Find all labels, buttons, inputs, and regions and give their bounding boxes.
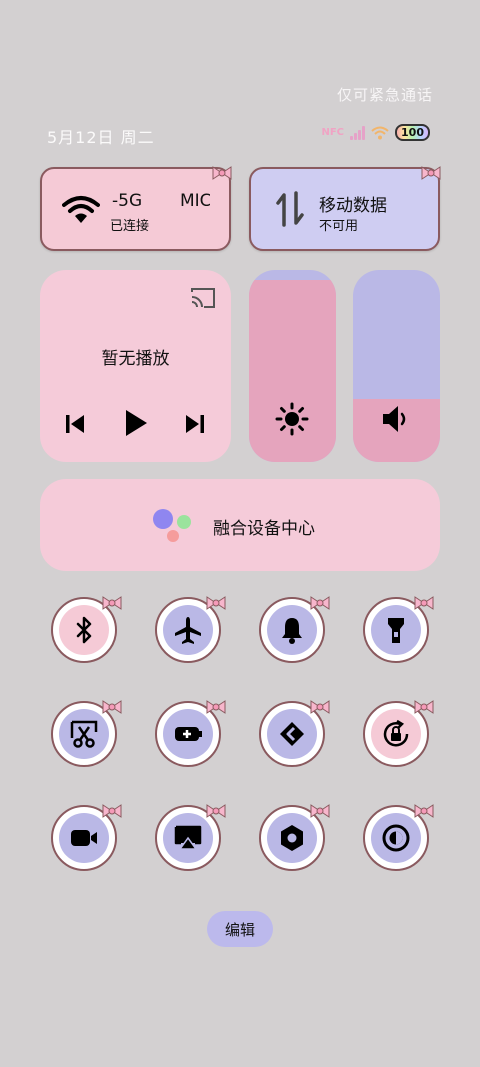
bow-icon — [212, 166, 232, 180]
play-icon[interactable] — [123, 408, 149, 438]
bow-icon — [102, 596, 122, 610]
bow-icon — [206, 596, 226, 610]
toggle-background — [371, 813, 421, 863]
next-track-icon[interactable] — [185, 413, 205, 435]
wifi-network-name-2: MIC — [180, 191, 210, 211]
toggle-background — [371, 605, 421, 655]
toggle-background — [163, 813, 213, 863]
wifi-status: 已连接 — [110, 219, 150, 234]
toggle-auto-rotate[interactable] — [363, 700, 434, 767]
brightness-slider[interactable] — [249, 270, 336, 462]
data-arrows-icon — [276, 191, 304, 227]
signal-icon — [350, 125, 366, 140]
previous-track-icon[interactable] — [65, 413, 85, 435]
edit-button[interactable]: 编辑 — [207, 911, 273, 947]
rotation-lock-icon — [383, 719, 409, 747]
toggle-background — [163, 605, 213, 655]
wifi-status-icon — [371, 126, 389, 139]
bow-icon — [206, 804, 226, 818]
nfc-icon: NFC — [321, 127, 345, 138]
screenshot-scissors-icon — [70, 720, 98, 748]
emergency-call-only-text: 仅可紧急通话 — [336, 86, 433, 104]
toggle-background — [371, 709, 421, 759]
flashlight-icon — [388, 618, 404, 643]
mobile-data-status: 不可用 — [319, 219, 359, 234]
toggle-background — [59, 605, 109, 655]
wifi-card[interactable]: -5G MIC 已连接 — [40, 166, 232, 251]
brightness-sun-icon — [275, 402, 309, 436]
hexagon-icon — [281, 825, 303, 851]
toggle-airplane[interactable] — [155, 596, 226, 663]
wifi-icon — [62, 196, 100, 223]
mobile-data-card[interactable]: 移动数据 不可用 — [249, 166, 441, 251]
toggle-background — [59, 813, 109, 863]
status-icons: NFC 100 — [321, 124, 430, 141]
toggle-background — [267, 709, 317, 759]
date-text: 5月12日 周二 — [47, 128, 155, 147]
toggle-screen-record[interactable] — [51, 804, 122, 871]
bow-icon — [414, 700, 434, 714]
video-camera-icon — [71, 830, 97, 846]
volume-slider[interactable] — [353, 270, 440, 462]
battery-plus-icon — [175, 727, 202, 741]
bow-icon — [102, 700, 122, 714]
share-arrows-icon — [280, 722, 304, 746]
toggle-bluetooth[interactable] — [51, 596, 122, 663]
toggle-background — [163, 709, 213, 759]
toggle-background — [267, 813, 317, 863]
bell-icon — [282, 618, 302, 644]
cast-icon[interactable] — [190, 287, 216, 309]
battery-icon: 100 — [395, 124, 430, 141]
bow-icon — [414, 596, 434, 610]
bow-icon — [206, 700, 226, 714]
media-player-card[interactable]: 暂无播放 — [40, 270, 231, 462]
toggle-settings-hex[interactable] — [259, 804, 330, 871]
bluetooth-icon — [76, 616, 92, 644]
toggle-dark-mode[interactable] — [363, 804, 434, 871]
toggle-nearby-share[interactable] — [259, 700, 330, 767]
contrast-icon — [382, 824, 410, 852]
no-playback-text: 暂无播放 — [101, 349, 170, 369]
toggle-ring[interactable] — [259, 596, 330, 663]
bow-icon — [310, 596, 330, 610]
toggle-background — [267, 605, 317, 655]
speaker-icon — [383, 406, 406, 432]
bow-icon — [310, 804, 330, 818]
toggle-background — [59, 709, 109, 759]
bow-icon — [414, 804, 434, 818]
device-center-logo-icon — [153, 509, 191, 542]
mobile-data-title: 移动数据 — [319, 196, 387, 216]
airplane-icon — [175, 617, 201, 644]
device-center-card[interactable]: 融合设备中心 — [40, 479, 440, 571]
toggle-screen-cast[interactable] — [155, 804, 226, 871]
toggle-battery-saver[interactable] — [155, 700, 226, 767]
toggle-screenshot[interactable] — [51, 700, 122, 767]
cast-screen-icon — [174, 825, 202, 850]
bow-icon — [102, 804, 122, 818]
bow-icon — [310, 700, 330, 714]
wifi-network-name: -5G — [112, 191, 143, 211]
toggle-flashlight[interactable] — [363, 596, 434, 663]
device-center-label: 融合设备中心 — [213, 519, 315, 539]
bow-icon — [421, 166, 441, 180]
